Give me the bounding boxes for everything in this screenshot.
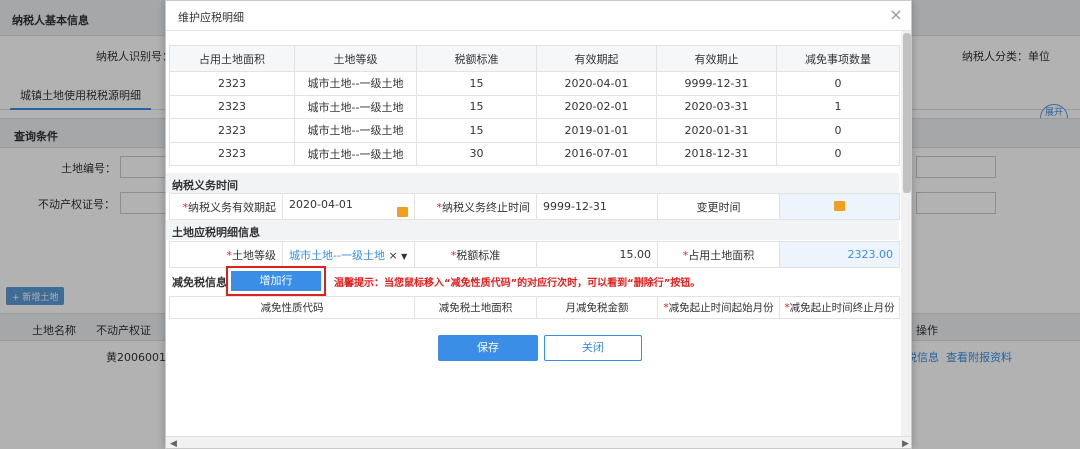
close-icon[interactable]: ×: [887, 6, 905, 24]
land-grade-select[interactable]: 城市土地--一级土地 × ▼: [282, 241, 415, 268]
scroll-right-icon[interactable]: ▶: [902, 437, 909, 448]
cell: 2020-01-31: [656, 118, 777, 143]
col-end: 有效期止: [656, 45, 777, 72]
col-relief-area: 减免税土地面积: [414, 296, 537, 319]
detail-form: *土地等级 城市土地--一级土地 × ▼ *税额标准 15.00 *占用土地面积…: [169, 241, 900, 268]
col-standard: 税额标准: [416, 45, 537, 72]
relief-label: 减免税信息: [172, 276, 227, 289]
col-relief-amount: 月减免税金额: [536, 296, 658, 319]
cell: 城市土地--一级土地: [294, 94, 417, 119]
cell: 2018-12-31: [656, 141, 777, 166]
add-row-highlight: 增加行: [226, 266, 326, 296]
tax-detail-table: 占用土地面积 土地等级 税额标准 有效期起 有效期止 减免事项数量 2323 城…: [169, 45, 900, 166]
table-row[interactable]: 2323 城市土地--一级土地 15 2020-02-01 2020-03-31…: [169, 94, 900, 119]
cell: 城市土地--一级土地: [294, 71, 417, 96]
obligation-end-input[interactable]: 9999-12-31: [536, 193, 658, 220]
standard-label: *税额标准: [414, 241, 537, 268]
cell: 2323: [169, 71, 295, 96]
obligation-start-input[interactable]: 2020-04-01: [282, 193, 415, 220]
change-time-label: 变更时间: [657, 193, 780, 220]
land-grade-value: 城市土地--一级土地: [289, 248, 385, 262]
hint-text: 温馨提示：当您鼠标移入“减免性质代码”的对应行次时，可以看到“删除行”按钮。: [334, 278, 701, 289]
save-button[interactable]: 保存: [438, 335, 538, 361]
obligation-end-label: *纳税义务终止时间: [414, 193, 537, 220]
cell: 2019-01-01: [536, 118, 657, 143]
cell: 2020-03-31: [656, 94, 777, 119]
table-row[interactable]: 2323 城市土地--一级土地 15 2019-01-01 2020-01-31…: [169, 118, 900, 143]
col-start: 有效期起: [536, 45, 657, 72]
scrollbar-thumb[interactable]: [903, 33, 911, 193]
obligation-start-label: *纳税义务有效期起: [169, 193, 283, 220]
cell: 2020-02-01: [536, 94, 657, 119]
col-area: 占用土地面积: [169, 45, 295, 72]
calendar-icon[interactable]: [397, 206, 408, 217]
change-time-input[interactable]: [779, 193, 900, 220]
table-row[interactable]: 2323 城市土地--一级土地 30 2016-07-01 2018-12-31…: [169, 141, 900, 166]
cell: 15: [416, 71, 537, 96]
cell: 15: [416, 118, 537, 143]
cell: 2016-07-01: [536, 141, 657, 166]
cell: 15: [416, 94, 537, 119]
obligation-section-title: 纳税义务时间: [166, 173, 899, 193]
add-row-button[interactable]: 增加行: [231, 271, 321, 291]
standard-value: 15.00: [536, 241, 658, 268]
col-grade: 土地等级: [294, 45, 417, 72]
cell: 0: [776, 118, 900, 143]
tax-table-header: 占用土地面积 土地等级 税额标准 有效期起 有效期止 减免事项数量: [169, 45, 900, 72]
obligation-end-value: 9999-12-31: [543, 200, 607, 213]
area-label: *占用土地面积: [657, 241, 780, 268]
horizontal-scrollbar[interactable]: ◀ ▶: [166, 436, 911, 448]
cell: 城市土地--一级土地: [294, 141, 417, 166]
cell: 2323: [169, 94, 295, 119]
calendar-icon[interactable]: [834, 201, 845, 211]
maintain-tax-detail-modal: 维护应税明细 × 占用土地面积 土地等级 税额标准 有效期起 有效期止 减免事项…: [165, 0, 912, 449]
col-relief-count: 减免事项数量: [776, 45, 900, 72]
col-relief-start: *减免起止时间起始月份: [657, 296, 780, 319]
cell: 0: [776, 141, 900, 166]
vertical-scrollbar[interactable]: [901, 31, 911, 436]
obligation-form: *纳税义务有效期起 2020-04-01 *纳税义务终止时间 9999-12-3…: [169, 193, 900, 220]
cell: 2323: [169, 141, 295, 166]
land-grade-label: *土地等级: [169, 241, 283, 268]
table-row[interactable]: 2323 城市土地--一级土地 15 2020-04-01 9999-12-31…: [169, 71, 900, 96]
close-button[interactable]: 关闭: [544, 335, 642, 361]
area-input[interactable]: 2323.00: [779, 241, 900, 268]
relief-row: 减免税信息 增加行 温馨提示：当您鼠标移入“减免性质代码”的对应行次时，可以看到…: [166, 265, 899, 296]
clear-icon[interactable]: ×: [388, 249, 397, 262]
modal-header: 维护应税明细 ×: [166, 1, 911, 31]
cell: 城市土地--一级土地: [294, 118, 417, 143]
chevron-down-icon[interactable]: ▼: [401, 252, 407, 261]
relief-table: 减免性质代码 减免税土地面积 月减免税金额 *减免起止时间起始月份 *减免起止时…: [169, 296, 900, 319]
cell: 1: [776, 94, 900, 119]
scroll-left-icon[interactable]: ◀: [170, 437, 177, 448]
cell: 0: [776, 71, 900, 96]
cell: 2020-04-01: [536, 71, 657, 96]
cell: 2323: [169, 118, 295, 143]
obligation-start-value: 2020-04-01: [289, 197, 353, 211]
relief-table-header: 减免性质代码 减免税土地面积 月减免税金额 *减免起止时间起始月份 *减免起止时…: [169, 296, 900, 319]
modal-title: 维护应税明细: [178, 11, 244, 24]
cell: 30: [416, 141, 537, 166]
col-relief-end: *减免起止时间终止月份: [779, 296, 900, 319]
col-relief-code: 减免性质代码: [169, 296, 415, 319]
detail-section-title: 土地应税明细信息: [166, 220, 899, 240]
cell: 9999-12-31: [656, 71, 777, 96]
